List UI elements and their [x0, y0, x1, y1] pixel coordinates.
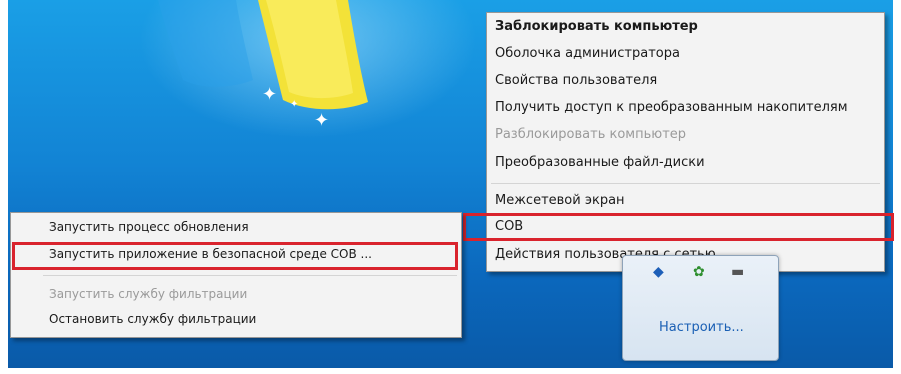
- menu-item-converted-file-disks[interactable]: Преобразованные файл-диски: [495, 155, 705, 170]
- submenu-item-start-update[interactable]: Запустить процесс обновления: [49, 220, 249, 234]
- menu-item-firewall[interactable]: Межсетевой экран: [495, 193, 625, 208]
- sparkle-icon: ✦: [314, 110, 330, 131]
- tray-popup: ◆ ✿ ▬ Настроить...: [622, 255, 779, 361]
- menu-item-access-drives[interactable]: Получить доступ к преобразованным накопи…: [495, 100, 848, 115]
- sparkle-icon: ✦: [262, 84, 278, 105]
- left-submenu: Запустить процесс обновления Запустить п…: [10, 212, 462, 338]
- highlight-box-run-app: [12, 242, 458, 270]
- menu-item-user-properties[interactable]: Свойства пользователя: [495, 73, 657, 88]
- highlight-box-ids: [463, 213, 894, 241]
- shield-icon[interactable]: ◆: [653, 264, 664, 280]
- screenshot: ✦ ✦ ✦ Заблокировать компьютер Оболочка а…: [0, 0, 901, 374]
- menu-item-admin-shell[interactable]: Оболочка администратора: [495, 46, 680, 61]
- submenu-item-stop-filtering[interactable]: Остановить службу фильтрации: [49, 312, 256, 326]
- network-icon[interactable]: ✿: [693, 264, 705, 280]
- submenu-item-start-filtering: Запустить службу фильтрации: [49, 287, 248, 301]
- menu-item-unlock-computer: Разблокировать компьютер: [495, 127, 687, 142]
- sparkle-icon: ✦: [290, 99, 299, 110]
- customize-link[interactable]: Настроить...: [659, 320, 744, 335]
- flag-icon[interactable]: ▬: [731, 264, 744, 280]
- menu-separator: [491, 183, 880, 184]
- menu-item-lock-computer[interactable]: Заблокировать компьютер: [495, 19, 698, 34]
- menu-separator: [43, 275, 457, 276]
